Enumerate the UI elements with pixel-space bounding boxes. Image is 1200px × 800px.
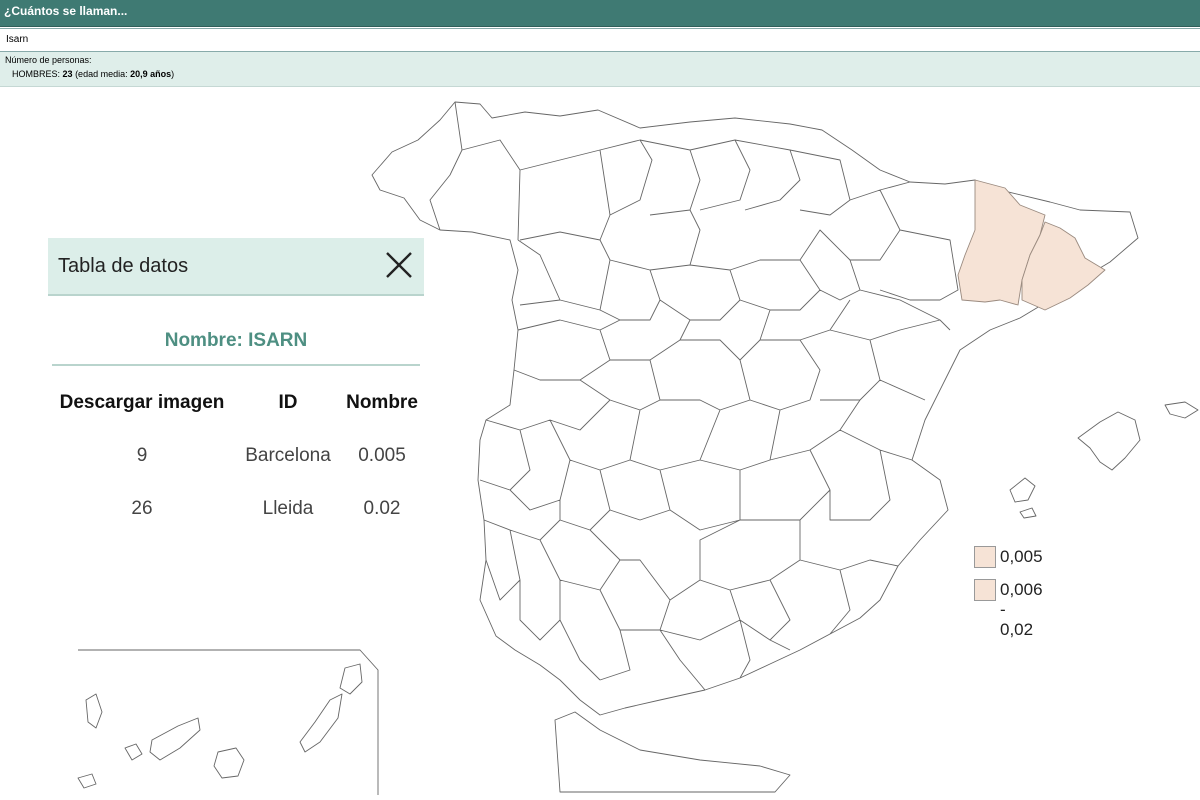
canary-la-gomera — [124, 743, 143, 761]
table-header-row: Descargar imagen ID Nombre — [44, 388, 428, 441]
mallorca-island — [1077, 411, 1141, 471]
data-table-title: Tabla de datos — [58, 255, 189, 277]
table-cell: 9 — [136, 445, 148, 466]
ibiza-island — [1009, 477, 1036, 503]
canary-el-hierro — [77, 773, 97, 789]
legend-label: 0,005 — [1000, 547, 1043, 566]
age-suffix: ) — [171, 69, 175, 79]
result-info: Número de personas: HOMBRES: 23 (edad me… — [0, 52, 1200, 87]
name-search-row[interactable] — [0, 28, 1200, 52]
average-age-value: 20,9 años — [130, 69, 172, 79]
table-cell: Lleida — [262, 498, 314, 519]
table-cell: 26 — [131, 498, 153, 519]
legend-swatch — [974, 546, 996, 568]
data-table-header: Tabla de datos — [48, 238, 424, 296]
canary-lanzarote — [339, 663, 363, 695]
table-cell: 0.005 — [358, 445, 406, 466]
legend-label: 0,006 - 0,02 — [1000, 580, 1043, 639]
sex-label: HOMBRES: — [12, 69, 61, 79]
app-header: ¿Cuántos se llaman... — [0, 0, 1200, 27]
ceuta-melilla-area — [554, 711, 791, 793]
men-count-line: HOMBRES: 23 (edad media: 20,9 años) — [12, 69, 174, 79]
column-header-id: ID — [278, 392, 298, 413]
table-cell: Barcelona — [245, 445, 331, 466]
people-count-label: Número de personas: — [5, 55, 92, 65]
canary-fuerteventura — [299, 693, 343, 753]
age-prefix: (edad media: — [75, 69, 128, 79]
table-row: 26 Lleida 0.02 — [44, 494, 428, 547]
table-cell: 0.02 — [363, 498, 401, 519]
title-divider — [52, 364, 420, 366]
close-icon[interactable] — [382, 248, 416, 282]
table-row: 9 Barcelona 0.005 — [44, 441, 428, 494]
column-header-download-image[interactable]: Descargar imagen — [44, 392, 240, 414]
men-count-value: 23 — [62, 69, 73, 79]
canary-gran-canaria — [213, 747, 245, 779]
menorca-island — [1164, 401, 1199, 419]
formentera-island — [1019, 507, 1037, 519]
canary-tenerife — [149, 717, 201, 761]
canary-la-palma — [85, 693, 103, 729]
legend-swatch — [974, 579, 996, 601]
app-title: ¿Cuántos se llaman... — [4, 4, 128, 18]
data-table: Descargar imagen ID Nombre 9 Barcelona 0… — [44, 388, 428, 547]
selected-name-title: Nombre: ISARN — [164, 330, 308, 351]
name-search-input[interactable] — [2, 31, 1200, 47]
column-header-name: Nombre — [346, 392, 418, 413]
